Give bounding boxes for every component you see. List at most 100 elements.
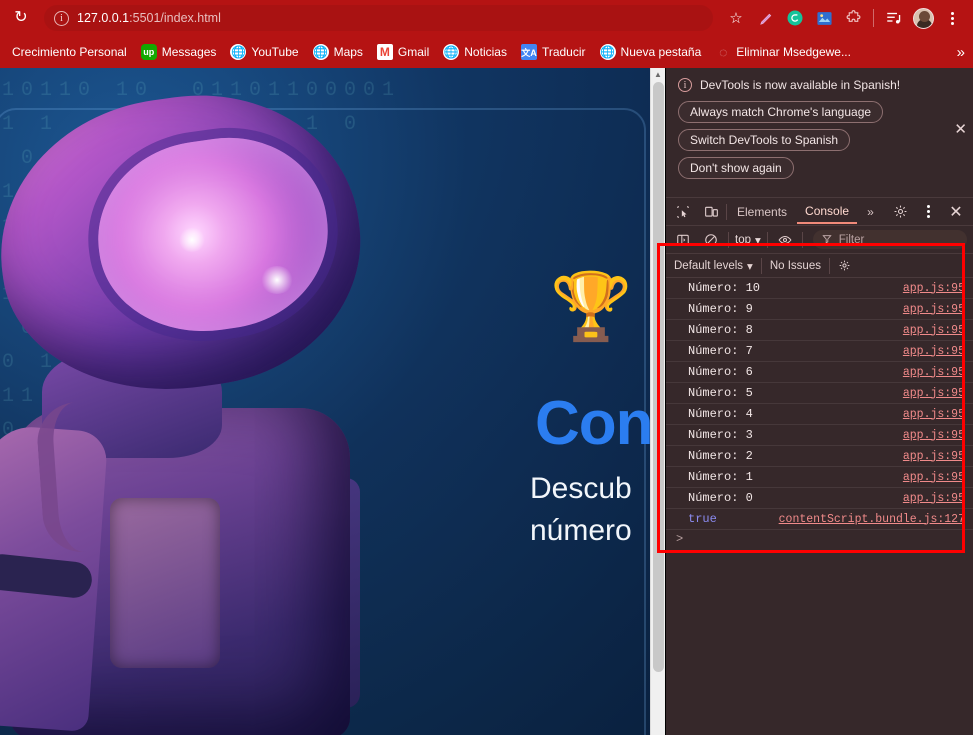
console-log-row[interactable]: Número: 8 app.js:95 [666, 320, 973, 341]
bookmark-label: Messages [161, 45, 217, 59]
log-message: Número: 4 [688, 407, 753, 421]
puzzle-extensions-icon[interactable] [840, 5, 866, 31]
devtools-menu-icon[interactable] [915, 200, 941, 224]
context-label: top [735, 233, 751, 246]
scrollbar-thumb[interactable] [653, 82, 664, 672]
page-subtitle-line-1: Descub [530, 472, 632, 505]
scroll-up-arrow[interactable]: ▲ [651, 70, 665, 79]
astronaut-illustration [0, 74, 410, 735]
bookmark-item[interactable]: 🌐 Noticias [437, 41, 513, 63]
bookmark-item[interactable]: M Gmail [371, 41, 435, 63]
browser-toolbar: ↻ i 127.0.0.1:5501/index.html ☆ [0, 0, 973, 36]
log-source-link[interactable]: app.js:95 [903, 366, 965, 379]
log-source-link[interactable]: app.js:95 [903, 429, 965, 442]
console-log-row[interactable]: Número: 9 app.js:95 [666, 299, 973, 320]
address-bar[interactable]: i 127.0.0.1:5501/index.html [44, 5, 713, 31]
toolbar-divider [873, 9, 874, 27]
log-message: true [688, 512, 717, 526]
console-log-row[interactable]: Número: 7 app.js:95 [666, 341, 973, 362]
reload-icon[interactable]: ↻ [8, 5, 34, 31]
bookmarks-overflow-icon[interactable]: » [957, 44, 965, 61]
console-log-row[interactable]: Número: 4 app.js:95 [666, 404, 973, 425]
tab-console[interactable]: Console [797, 200, 858, 224]
console-log-row[interactable]: Número: 2 app.js:95 [666, 446, 973, 467]
log-message: Número: 3 [688, 428, 753, 442]
dont-show-again-button[interactable]: Don't show again [678, 157, 794, 179]
console-prompt[interactable]: > [666, 530, 973, 554]
close-notification-icon[interactable]: ✕ [954, 120, 967, 138]
console-settings-icon[interactable] [838, 259, 851, 272]
log-source-link[interactable]: app.js:95 [903, 324, 965, 337]
levelbar-divider [760, 257, 762, 274]
site-info-icon[interactable]: i [54, 10, 69, 26]
bookmark-star-icon[interactable]: ☆ [723, 5, 749, 31]
log-source-link[interactable]: app.js:95 [903, 345, 965, 358]
url-path: :5501/index.html [129, 11, 221, 25]
gmail-icon: M [376, 44, 393, 60]
console-log-row[interactable]: Número: 5 app.js:95 [666, 383, 973, 404]
log-source-link[interactable]: app.js:95 [903, 408, 965, 421]
bookmark-label: Crecimiento Personal [12, 45, 127, 59]
console-log-row[interactable]: Número: 10 app.js:95 [666, 278, 973, 299]
log-message: Número: 8 [688, 323, 753, 337]
console-sidebar-icon[interactable] [672, 230, 694, 250]
console-log-row[interactable]: Número: 3 app.js:95 [666, 425, 973, 446]
console-log-row[interactable]: Número: 0 app.js:95 [666, 488, 973, 509]
console-log-row[interactable]: Número: 6 app.js:95 [666, 362, 973, 383]
bookmark-item[interactable]: 🌐 Nueva pestaña [594, 41, 708, 63]
chevron-down-icon: ▾ [747, 260, 753, 273]
console-log-row[interactable]: true contentScript.bundle.js:127 [666, 509, 973, 530]
log-message: Número: 6 [688, 365, 753, 379]
device-toolbar-icon[interactable] [698, 200, 724, 224]
more-tabs-icon[interactable]: » [859, 201, 882, 223]
bookmark-item[interactable]: Crecimiento Personal [6, 42, 133, 62]
toolbar-divider [766, 231, 768, 248]
always-match-language-button[interactable]: Always match Chrome's language [678, 101, 884, 123]
grammarly-icon[interactable] [782, 5, 808, 31]
three-dot-menu-icon[interactable] [939, 5, 965, 31]
page-subtitle-line-2: número [530, 514, 632, 547]
execution-context-selector[interactable]: top ▾ [735, 233, 761, 247]
reading-list-icon[interactable] [881, 5, 907, 31]
clear-console-icon[interactable] [700, 230, 722, 250]
page-subtitle: Descub número [530, 468, 632, 552]
log-levels-dropdown[interactable]: Default levels ▾ [674, 259, 753, 273]
log-message: Número: 0 [688, 491, 753, 505]
filter-input[interactable]: Filter [812, 230, 967, 249]
bookmark-item[interactable]: 文A Traducir [515, 41, 592, 63]
page-title: Con [535, 389, 650, 458]
page-scrollbar[interactable]: ▲ [650, 68, 665, 735]
live-expression-icon[interactable] [774, 230, 796, 250]
ghost-icon: ◌ [719, 44, 728, 60]
close-devtools-icon[interactable]: ✕ [943, 200, 969, 224]
log-message: Número: 10 [688, 281, 761, 295]
switch-to-spanish-button[interactable]: Switch DevTools to Spanish [678, 129, 851, 151]
log-source-link[interactable]: app.js:95 [903, 387, 965, 400]
globe-icon: 🌐 [599, 44, 616, 60]
bookmark-label: Nueva pestaña [620, 45, 702, 59]
pen-extension-icon[interactable] [753, 5, 779, 31]
bookmark-item[interactable]: up Messages [135, 41, 223, 63]
log-source-link[interactable]: app.js:95 [903, 303, 965, 316]
log-source-link[interactable]: app.js:95 [903, 282, 965, 295]
bookmark-label: Traducir [541, 45, 586, 59]
log-source-link[interactable]: app.js:95 [903, 450, 965, 463]
inspect-element-icon[interactable] [670, 200, 696, 224]
image-extension-icon[interactable] [811, 5, 837, 31]
gear-icon[interactable] [887, 200, 913, 224]
bookmark-label: Noticias [464, 45, 507, 59]
issues-status[interactable]: No Issues [770, 260, 821, 272]
bookmark-item[interactable]: 🌐 YouTube [224, 41, 304, 63]
console-log-list: Número: 10 app.js:95 Número: 9 app.js:95… [666, 278, 973, 554]
bookmark-item[interactable]: ◌ Eliminar Msedgewe... [709, 41, 857, 63]
console-log-row[interactable]: Número: 1 app.js:95 [666, 467, 973, 488]
log-message: Número: 9 [688, 302, 753, 316]
tab-elements[interactable]: Elements [729, 201, 795, 223]
log-source-link[interactable]: contentScript.bundle.js:127 [779, 513, 965, 526]
log-source-link[interactable]: app.js:95 [903, 492, 965, 505]
notification-message: DevTools is now available in Spanish! [700, 78, 901, 92]
log-source-link[interactable]: app.js:95 [903, 471, 965, 484]
profile-avatar[interactable] [910, 5, 936, 31]
bookmark-item[interactable]: 🌐 Maps [307, 41, 369, 63]
chevron-down-icon: ▾ [755, 234, 761, 247]
